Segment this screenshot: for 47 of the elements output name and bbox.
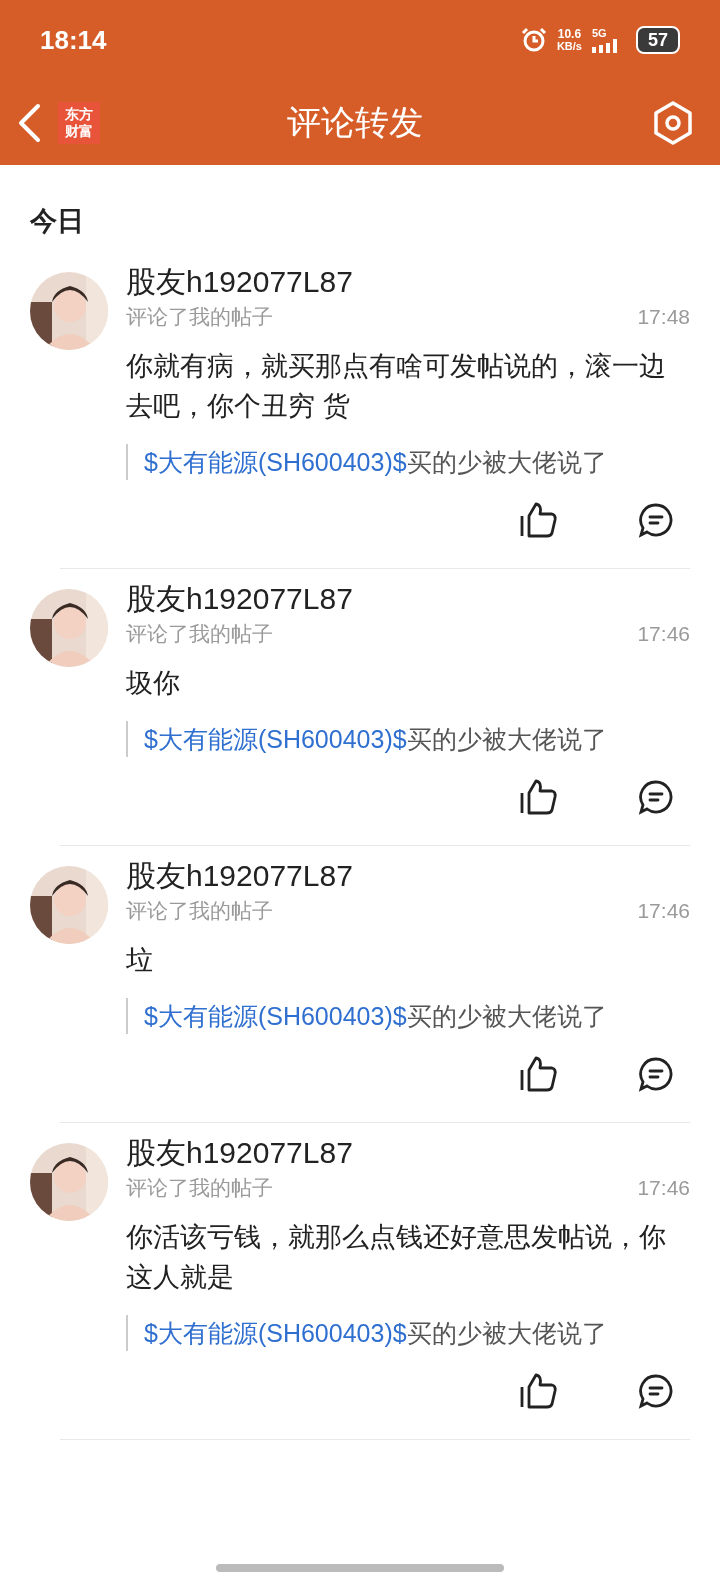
comment-icon[interactable] — [638, 1055, 674, 1092]
quote-block[interactable]: $大有能源(SH600403)$买的少被大佬说了 — [126, 443, 690, 480]
back-icon[interactable] — [16, 102, 42, 143]
stock-link[interactable]: $大有能源(SH600403)$ — [144, 724, 407, 753]
comment-time: 17:46 — [637, 897, 690, 924]
user-name[interactable]: 股友h192077L87 — [126, 855, 690, 896]
logo-text: 东方 — [65, 105, 93, 123]
thumbs-up-icon[interactable] — [520, 1372, 558, 1409]
quote-text: 买的少被大佬说了 — [406, 1001, 607, 1030]
comment-text: 垃 — [126, 943, 154, 977]
comment-text: 你就有病，就买那点有啥可发帖说的，滚一边去吧，你个丑穷 货 — [126, 349, 667, 423]
comment-text: 圾你 — [126, 666, 181, 700]
thumbs-up-icon[interactable] — [520, 501, 558, 538]
comment-icon[interactable] — [638, 778, 674, 815]
quote-block[interactable]: $大有能源(SH600403)$买的少被大佬说了 — [126, 720, 690, 757]
comment-text: 你活该亏钱，就那么点钱还好意思发帖说，你这人就是 — [126, 1220, 667, 1294]
network-type: 5G — [591, 27, 608, 39]
stock-link[interactable]: $大有能源(SH600403)$ — [144, 447, 407, 476]
comment-icon[interactable] — [638, 1372, 674, 1409]
status-time: 18:14 — [40, 23, 107, 57]
comment-action: 评论了我的帖子 — [126, 1174, 273, 1201]
page-title: 评论转发 — [286, 102, 424, 143]
alarm-icon — [520, 27, 547, 53]
comment-time: 17:46 — [637, 1174, 690, 1201]
stock-link[interactable]: $大有能源(SH600403)$ — [144, 1318, 407, 1347]
stock-link[interactable]: $大有能源(SH600403)$ — [144, 1001, 407, 1030]
logo-text: 财富 — [65, 122, 93, 140]
quote-text: 买的少被大佬说了 — [406, 1318, 607, 1347]
thumbs-up-icon[interactable] — [520, 1055, 558, 1092]
user-name[interactable]: 股友h192077L87 — [126, 578, 690, 619]
thumbs-up-icon[interactable] — [520, 778, 558, 815]
quote-block[interactable]: $大有能源(SH600403)$买的少被大佬说了 — [126, 997, 690, 1034]
comment-time: 17:46 — [637, 620, 690, 647]
comment-action: 评论了我的帖子 — [126, 897, 273, 924]
comment-action: 评论了我的帖子 — [126, 620, 273, 647]
net-speed: 10.6 — [557, 28, 582, 40]
quote-text: 买的少被大佬说了 — [406, 447, 607, 476]
user-name[interactable]: 股友h192077L87 — [126, 1132, 690, 1173]
comment-icon[interactable] — [638, 501, 674, 538]
user-name[interactable]: 股友h192077L87 — [126, 261, 690, 302]
quote-block[interactable]: $大有能源(SH600403)$买的少被大佬说了 — [126, 1314, 690, 1351]
section-heading: 今日 — [30, 206, 84, 236]
quote-text: 买的少被大佬说了 — [406, 724, 607, 753]
comment-action: 评论了我的帖子 — [126, 303, 273, 330]
net-unit: KB/s — [556, 40, 582, 52]
comment-time: 17:48 — [637, 303, 690, 330]
battery-indicator: 57 — [635, 26, 680, 54]
